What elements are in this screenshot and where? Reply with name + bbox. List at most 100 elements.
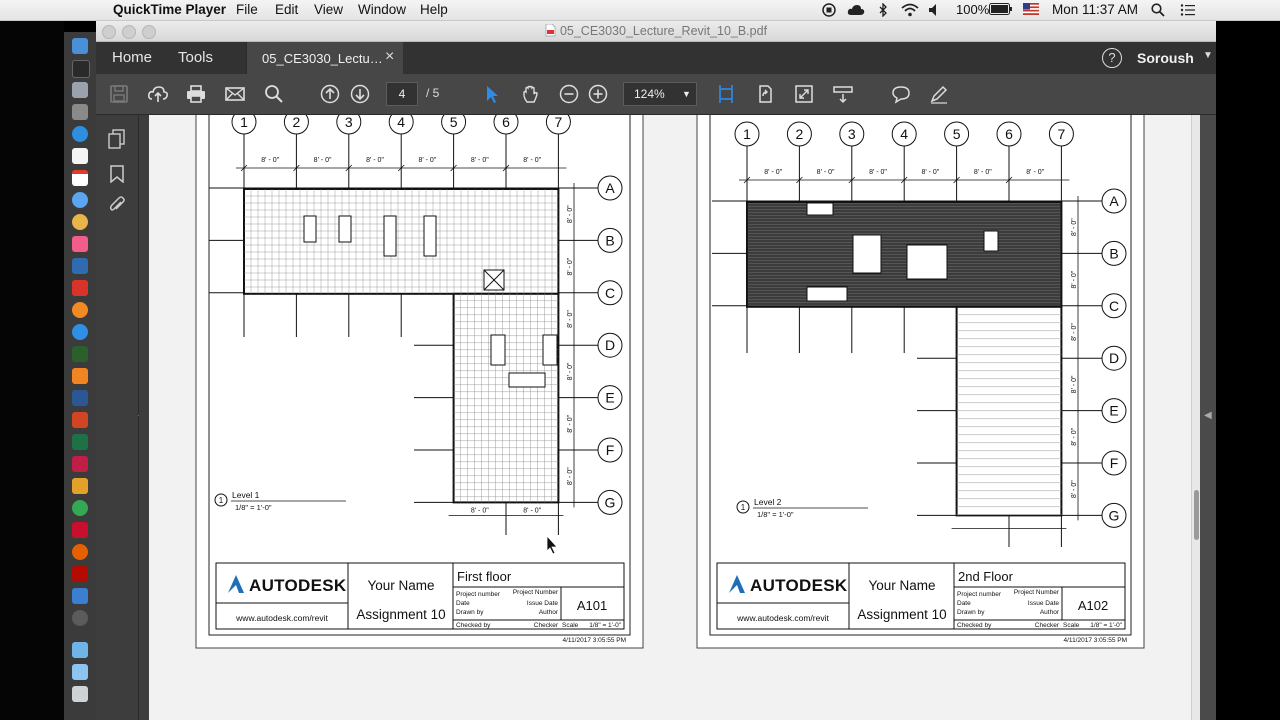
zoom-in-icon[interactable] (588, 84, 608, 104)
menu-help[interactable]: Help (420, 2, 448, 17)
chevron-down-icon[interactable]: ▼ (1203, 50, 1213, 61)
zoom-out-icon[interactable] (559, 84, 579, 104)
furniture (383, 215, 397, 257)
help-icon[interactable]: ? (1102, 48, 1122, 68)
messages-icon[interactable] (72, 192, 88, 208)
autocad-icon[interactable] (72, 522, 88, 538)
email-icon[interactable] (225, 84, 245, 104)
app-store-icon[interactable] (72, 324, 88, 340)
firefox-icon[interactable] (72, 544, 88, 560)
notification-center-icon[interactable] (1180, 3, 1196, 17)
itunes-icon[interactable] (72, 236, 88, 252)
search-icon[interactable] (264, 84, 284, 104)
rotate-icon[interactable] (755, 84, 775, 104)
grid-label: 5 (953, 126, 961, 142)
terminal-icon[interactable] (72, 346, 88, 362)
zoom-select[interactable]: 124% ▼ (623, 82, 697, 106)
quicktime-icon[interactable] (72, 610, 88, 626)
close-tab-icon[interactable]: × (385, 48, 394, 66)
comment-icon[interactable] (891, 84, 911, 104)
trash-icon[interactable] (72, 686, 88, 702)
furniture (852, 234, 882, 274)
notes-icon[interactable] (72, 148, 88, 164)
grid-label: 6 (502, 115, 510, 130)
battery-icon[interactable] (989, 3, 1013, 15)
photos-icon[interactable] (72, 214, 88, 230)
title-block-field-value: Author (1040, 609, 1060, 616)
word-icon[interactable] (72, 390, 88, 406)
activity-monitor-icon[interactable] (72, 60, 90, 78)
tab-home[interactable]: Home (112, 49, 152, 66)
page-display-icon[interactable] (716, 84, 736, 104)
upload-icon[interactable] (148, 84, 168, 104)
downloads-folder-icon[interactable] (72, 642, 88, 658)
clock[interactable]: Mon 11:37 AM (1052, 2, 1138, 17)
tab-document[interactable]: 05_CE3030_Lectu… × (246, 42, 403, 74)
wifi-icon[interactable] (901, 3, 919, 17)
page-thumbnails-icon[interactable] (108, 129, 126, 149)
tab-document-label: 05_CE3030_Lectu… (262, 51, 383, 66)
furniture (303, 215, 317, 243)
sheet-page-2: 1 2 3 4 5 6 7 8' - 0" 8' - 0" 8' - 0" 8' - 0" 8' - … (696, 115, 1145, 649)
menu-file[interactable]: File (236, 2, 258, 17)
user-menu[interactable]: Soroush (1137, 50, 1194, 66)
flag-icon[interactable] (1023, 3, 1039, 15)
app-menu[interactable]: QuickTime Player (113, 2, 226, 17)
right-pane-toggle[interactable]: ◀ (1200, 115, 1216, 720)
safari-icon[interactable] (72, 126, 88, 142)
menu-view[interactable]: View (314, 2, 343, 17)
save-icon[interactable] (109, 84, 129, 104)
launchpad-icon[interactable] (72, 82, 88, 98)
vmware-icon[interactable] (72, 588, 88, 604)
read-mode-icon[interactable] (833, 84, 853, 104)
finder-icon[interactable] (72, 38, 88, 54)
menu-window[interactable]: Window (358, 2, 406, 17)
acrobat-icon[interactable] (72, 280, 88, 296)
sublime-icon[interactable] (72, 478, 88, 494)
bluetooth-icon[interactable] (878, 3, 888, 17)
menu-edit[interactable]: Edit (275, 2, 298, 17)
select-icon[interactable] (482, 84, 502, 104)
next-page-icon[interactable] (350, 84, 370, 104)
dimension-label: 8' - 0" (817, 169, 835, 176)
acrobat-pro-icon[interactable] (72, 566, 88, 582)
calendar-icon[interactable] (72, 170, 88, 186)
attachment-icon[interactable] (108, 195, 126, 215)
chevron-left-icon[interactable]: ◀ (1204, 410, 1212, 421)
ibooks-icon[interactable] (72, 302, 88, 318)
prev-page-icon[interactable] (320, 84, 340, 104)
furniture (423, 215, 437, 257)
preview-icon[interactable] (72, 104, 88, 120)
music-app-icon[interactable] (72, 258, 88, 274)
page-number-input[interactable]: 4 (386, 82, 418, 106)
filezilla-icon[interactable] (72, 368, 88, 384)
record-icon[interactable] (822, 3, 836, 17)
chrome-icon[interactable] (72, 500, 88, 516)
title-block-field-value: Checker (534, 622, 559, 629)
dimension-label: 8' - 0" (1071, 270, 1078, 288)
dimension-label: 8' - 0" (921, 169, 939, 176)
full-screen-icon[interactable] (794, 84, 814, 104)
scrollbar-thumb[interactable] (1194, 490, 1199, 540)
furniture (906, 244, 948, 280)
dimension-label: 8' - 0" (1026, 169, 1044, 176)
document-gutter (139, 115, 149, 720)
tab-tools[interactable]: Tools (178, 49, 213, 66)
hand-icon[interactable] (521, 84, 541, 104)
powerpoint-icon[interactable] (72, 412, 88, 428)
grid-label: G (605, 494, 616, 510)
document-viewport[interactable]: 1 2 3 4 5 6 7 8' - 0" 8' - 0" 8' - 0" 8' - 0" 8' - … (139, 115, 1191, 720)
cloud-icon[interactable] (847, 3, 865, 17)
pdf-pages: 1 2 3 4 5 6 7 8' - 0" 8' - 0" 8' - 0" 8' - 0" 8' - … (195, 115, 1145, 649)
title-block-field-label: Checked by (456, 622, 491, 629)
volume-icon[interactable] (928, 3, 940, 17)
spotlight-icon[interactable] (1151, 3, 1165, 17)
grid-label: 2 (796, 126, 804, 142)
print-icon[interactable] (186, 84, 206, 104)
highlight-icon[interactable] (929, 84, 949, 104)
bookmark-icon[interactable] (110, 165, 124, 183)
level-tag-number: 1 (741, 503, 746, 512)
documents-folder-icon[interactable] (72, 664, 88, 680)
excel-icon[interactable] (72, 434, 88, 450)
mendeley-icon[interactable] (72, 456, 88, 472)
